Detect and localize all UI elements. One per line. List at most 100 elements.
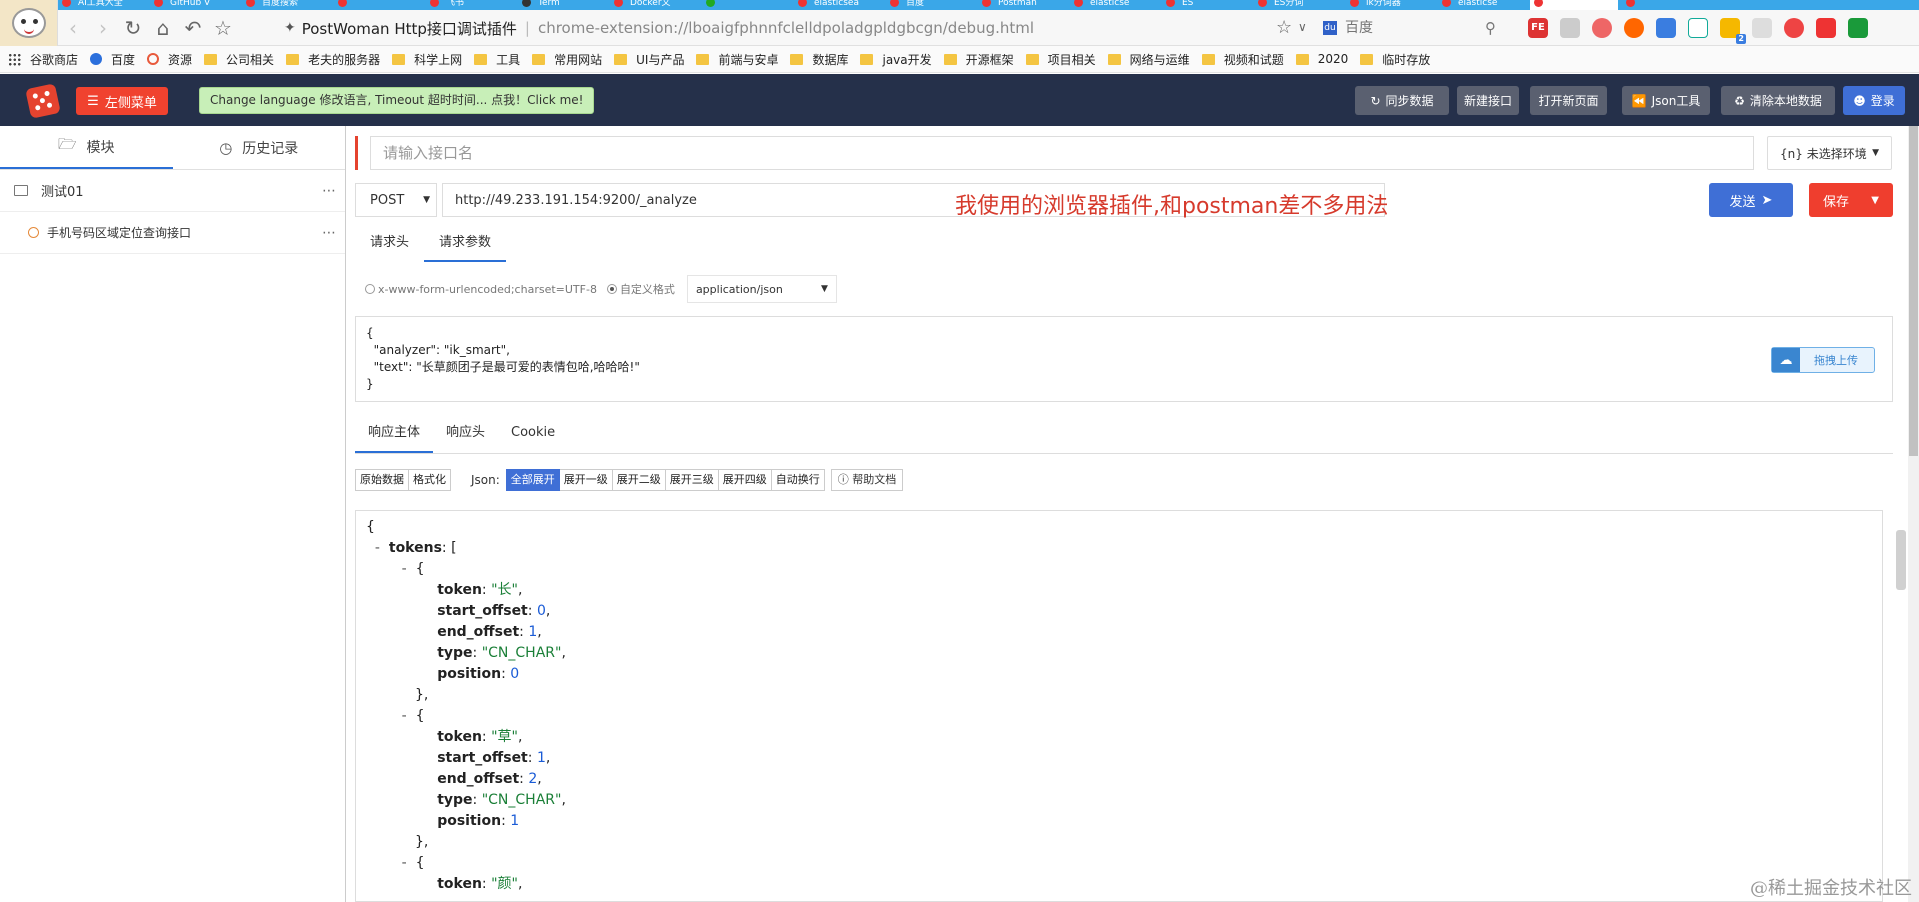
bookmark-item[interactable]: 老夫的服务器 xyxy=(286,51,380,68)
tab-request-headers[interactable]: 请求头 xyxy=(355,226,424,262)
collapse-toggle[interactable]: - xyxy=(375,540,380,556)
collapse-toggle[interactable]: - xyxy=(402,561,407,577)
drag-upload-button[interactable]: ☁ 拖拽上传 xyxy=(1771,347,1875,373)
bookmark-item[interactable]: java开发 xyxy=(860,51,932,68)
bookmark-star-button[interactable]: ☆ xyxy=(208,13,238,43)
radio-custom-format[interactable] xyxy=(606,284,617,294)
sidebar-folder[interactable]: 测试01 ⋯ xyxy=(0,170,345,212)
bookmark-item[interactable]: 工具 xyxy=(474,51,520,68)
request-body-editor[interactable]: { "analyzer": "ik_smart", "text": "长草颜团子… xyxy=(355,316,1893,402)
bookmark-item[interactable]: 谷歌商店 xyxy=(8,51,78,68)
browser-tab[interactable]: 百度 xyxy=(886,0,974,10)
undo-close-button[interactable]: ↶ xyxy=(178,13,208,43)
browser-tab[interactable]: ES分词 xyxy=(1254,0,1342,10)
side-scroll-handle[interactable] xyxy=(1896,530,1906,590)
tab-response-headers[interactable]: 响应头 xyxy=(433,414,498,453)
method-select[interactable]: POST ▼ xyxy=(355,183,437,217)
language-notice-button[interactable]: Change language 修改语言, Timeout 超时时间... 点我… xyxy=(199,87,595,114)
tab-response-body[interactable]: 响应主体 xyxy=(355,414,434,453)
send-button[interactable]: 发送 ➤ xyxy=(1709,183,1793,217)
browser-tab[interactable]: AI工具大全 xyxy=(58,0,146,10)
clear-local-data-button[interactable]: ♻ 清除本地数据 xyxy=(1721,86,1835,115)
chevron-down-icon[interactable]: ▼ xyxy=(1871,195,1879,206)
bookmark-item[interactable]: 网络与运维 xyxy=(1107,51,1190,68)
browser-tab[interactable]: ES xyxy=(1162,0,1250,10)
extension-icon-3[interactable] xyxy=(1592,18,1612,38)
bookmark-item[interactable]: 项目相关 xyxy=(1025,51,1096,68)
browser-tab[interactable]: elasticsea xyxy=(794,0,882,10)
extension-icon-8[interactable] xyxy=(1752,18,1772,38)
address-dropdown-icon[interactable]: ∨ xyxy=(1298,20,1307,34)
save-button[interactable]: 保存 ▼ xyxy=(1809,183,1893,217)
collapse-toggle[interactable]: - xyxy=(402,855,407,871)
tab-request-params[interactable]: 请求参数 xyxy=(424,226,507,262)
bookmark-item[interactable]: 数据库 xyxy=(790,51,848,68)
environment-select[interactable]: {n} 未选择环境 ▼ xyxy=(1767,136,1892,170)
login-button[interactable]: ☻ 登录 xyxy=(1843,86,1905,115)
bookmark-item[interactable]: 科学上网 xyxy=(392,51,462,68)
extension-icon-5[interactable] xyxy=(1656,18,1676,38)
scrollbar-thumb[interactable] xyxy=(1909,126,1918,456)
response-body[interactable]: { - tokens: [ - { token: "长", start_offs… xyxy=(355,510,1883,902)
left-menu-button[interactable]: ☰ 左侧菜单 xyxy=(76,87,168,115)
collapse-toggle[interactable]: - xyxy=(402,708,407,724)
format-button[interactable]: 格式化 xyxy=(409,469,451,491)
extension-icon-7[interactable]: 2 xyxy=(1720,18,1746,44)
expand-all-button[interactable]: 全部展开 xyxy=(505,469,560,491)
bookmark-item[interactable]: 视频和试题 xyxy=(1201,51,1284,68)
bookmark-item[interactable]: 开源框架 xyxy=(943,51,1014,68)
browser-tab[interactable]: Term xyxy=(518,0,606,10)
bookmark-item[interactable]: 公司相关 xyxy=(204,51,274,68)
extension-icon-2[interactable] xyxy=(1560,18,1580,38)
forward-button[interactable]: › xyxy=(88,13,118,43)
browser-tab[interactable]: GitHub V xyxy=(150,0,238,10)
search-box[interactable]: du ⚲ xyxy=(1323,15,1513,41)
shield-extension-icon[interactable] xyxy=(1848,18,1868,38)
folder-more-icon[interactable]: ⋯ xyxy=(322,183,337,199)
tab-cookie[interactable]: Cookie xyxy=(498,414,568,453)
browser-tab[interactable]: Docker文 xyxy=(610,0,698,10)
expand-level-4-button[interactable]: 展开四级 xyxy=(718,469,772,491)
browser-tab[interactable]: elasticse xyxy=(1070,0,1158,10)
bookmark-item[interactable]: 临时存放 xyxy=(1360,51,1430,68)
content-type-select[interactable]: application/json ▼ xyxy=(686,275,837,303)
expand-level-3-button[interactable]: 展开三级 xyxy=(665,469,719,491)
bookmark-item[interactable]: 常用网站 xyxy=(532,51,602,68)
help-docs-button[interactable]: ⓘ 帮助文档 xyxy=(830,469,904,491)
extension-icon-6[interactable] xyxy=(1688,18,1708,38)
reload-button[interactable]: ↻ xyxy=(118,13,148,43)
browser-tab[interactable] xyxy=(1530,0,1618,10)
fe-extension-icon[interactable]: FE xyxy=(1528,18,1548,38)
bookmark-item[interactable]: UI与产品 xyxy=(614,51,684,68)
bookmark-item[interactable]: 百度 xyxy=(90,51,135,68)
back-button[interactable]: ‹ xyxy=(58,13,88,43)
bookmark-item[interactable]: 资源 xyxy=(147,51,192,68)
profile-avatar[interactable] xyxy=(0,0,58,46)
browser-tab[interactable]: Postman xyxy=(978,0,1066,10)
bookmark-item[interactable]: 2020 xyxy=(1295,52,1348,66)
extension-icon-4[interactable] xyxy=(1624,18,1644,38)
expand-level-1-button[interactable]: 展开一级 xyxy=(559,469,613,491)
browser-tab[interactable]: 百度搜索 xyxy=(242,0,330,10)
raw-data-button[interactable]: 原始数据 xyxy=(355,469,409,491)
api-name-input[interactable] xyxy=(370,136,1754,170)
search-icon[interactable]: ⚲ xyxy=(1485,19,1496,37)
radio-form-urlencoded[interactable] xyxy=(365,284,375,294)
api-more-icon[interactable]: ⋯ xyxy=(322,225,337,241)
browser-tab[interactable]: ik分词器 xyxy=(1346,0,1434,10)
auto-wrap-button[interactable]: 自动换行 xyxy=(771,469,825,491)
open-new-page-button[interactable]: 打开新页面 xyxy=(1530,86,1607,115)
bookmark-item[interactable]: 前端与安卓 xyxy=(696,51,778,68)
browser-tab[interactable]: elasticse xyxy=(1438,0,1526,10)
browser-tab[interactable] xyxy=(702,0,790,10)
tab-history[interactable]: ◷ 历史记录 xyxy=(173,126,346,169)
browser-tab[interactable]: 飞书 xyxy=(426,0,514,10)
address-bar[interactable]: ✦ PostWoman Http接口调试插件 | chrome-extensio… xyxy=(284,13,1294,43)
main-scrollbar[interactable] xyxy=(1908,126,1919,902)
extension-icon-10[interactable] xyxy=(1816,18,1836,38)
browser-tab[interactable] xyxy=(1622,0,1710,10)
extension-icon-9[interactable] xyxy=(1784,18,1804,38)
favorite-star-icon[interactable]: ☆ xyxy=(1276,17,1292,38)
expand-level-2-button[interactable]: 展开二级 xyxy=(612,469,666,491)
new-api-button[interactable]: 新建接口 xyxy=(1457,86,1519,115)
